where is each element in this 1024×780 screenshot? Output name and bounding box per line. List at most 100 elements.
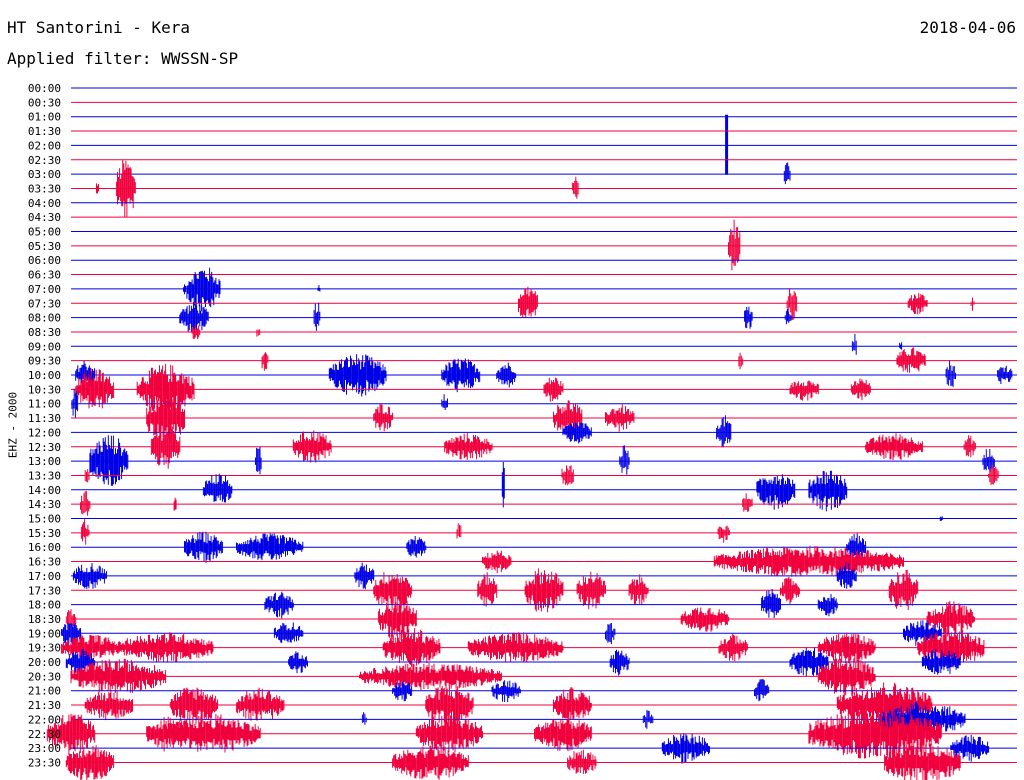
seismic-burst: [576, 571, 606, 610]
seismic-burst: [477, 572, 498, 607]
seismic-burst: [562, 422, 592, 444]
seismic-burst: [970, 297, 975, 311]
seismic-burst: [202, 473, 233, 503]
time-label: 15:30: [28, 527, 61, 540]
seismic-burst: [444, 433, 493, 460]
time-label: 06:30: [28, 269, 61, 282]
seismic-burst: [761, 589, 781, 618]
seismic-burst: [518, 286, 538, 318]
time-label: 22:00: [28, 713, 61, 726]
seismic-burst: [80, 519, 90, 545]
time-label: 18:00: [28, 599, 61, 612]
time-label: 11:30: [28, 412, 61, 425]
seismic-burst: [482, 550, 512, 574]
seismic-burst: [72, 563, 107, 589]
seismic-burst: [534, 716, 592, 752]
seismic-burst: [718, 633, 748, 662]
seismic-burst: [236, 687, 285, 721]
seismic-burst: [642, 710, 654, 729]
time-label: 10:00: [28, 369, 61, 382]
seismic-burst: [288, 651, 308, 674]
time-label: 20:30: [28, 670, 61, 683]
seismic-burst: [716, 415, 732, 448]
seismic-burst: [179, 302, 209, 333]
seismic-burst: [619, 445, 630, 475]
time-label: 16:30: [28, 556, 61, 569]
seismic-burst: [939, 516, 943, 521]
seismic-burst: [896, 347, 926, 373]
trace-group: [46, 87, 1017, 780]
time-label: 07:00: [28, 283, 61, 296]
seismic-burst: [359, 662, 502, 691]
time-label: 13:00: [28, 455, 61, 468]
time-label: 12:30: [28, 441, 61, 454]
time-label: 22:30: [28, 728, 61, 741]
seismic-burst: [491, 680, 521, 703]
seismic-burst: [256, 329, 261, 337]
seismic-burst: [571, 176, 579, 199]
time-label: 00:00: [28, 82, 61, 95]
seismic-burst: [261, 352, 269, 371]
seismic-burst: [680, 607, 729, 632]
time-label: 10:30: [28, 383, 61, 396]
time-label: 02:30: [28, 154, 61, 167]
time-label: 12:00: [28, 426, 61, 439]
seismic-burst: [945, 360, 956, 388]
seismic-burst: [754, 679, 770, 702]
seismic-burst: [264, 591, 294, 619]
time-label: 08:30: [28, 326, 61, 339]
time-label: 23:00: [28, 742, 61, 755]
time-label: 11:00: [28, 398, 61, 411]
seismic-burst: [313, 302, 321, 331]
seismic-burst: [817, 594, 838, 617]
seismic-burst: [456, 523, 462, 539]
time-label: 20:00: [28, 656, 61, 669]
seismic-burst: [361, 712, 367, 725]
seismic-burst: [501, 462, 505, 508]
seismic-burst: [96, 183, 99, 194]
time-label: 04:00: [28, 197, 61, 210]
seismic-burst: [406, 536, 427, 558]
seismic-burst: [567, 749, 597, 774]
time-label: 04:30: [28, 211, 61, 224]
time-label: 05:30: [28, 240, 61, 253]
seismic-burst: [89, 435, 129, 486]
seismic-burst: [273, 622, 304, 643]
time-label: 03:30: [28, 182, 61, 195]
seismic-burst: [61, 634, 119, 661]
seismic-burst: [628, 574, 649, 605]
time-label: 18:30: [28, 613, 61, 626]
seismic-burst: [609, 649, 630, 676]
time-label: 09:00: [28, 340, 61, 353]
seismic-burst: [441, 394, 448, 410]
seismic-burst: [543, 377, 564, 402]
seismic-burst: [865, 433, 923, 461]
time-label: 01:00: [28, 111, 61, 124]
time-label: 13:30: [28, 469, 61, 482]
seismic-burst: [255, 446, 262, 475]
time-label: 17:00: [28, 570, 61, 583]
seismic-burst: [997, 365, 1013, 384]
time-label: 23:30: [28, 756, 61, 769]
seismic-burst: [354, 562, 375, 590]
seismic-burst: [84, 689, 133, 721]
seismic-burst: [415, 714, 483, 753]
time-label: 15:00: [28, 513, 61, 526]
seismic-burst: [963, 435, 976, 458]
seismic-burst: [373, 404, 394, 432]
seismic-burst: [605, 623, 616, 645]
time-label: 03:00: [28, 168, 61, 181]
time-label: 08:00: [28, 312, 61, 325]
time-label: 16:00: [28, 541, 61, 554]
seismic-burst: [713, 545, 904, 577]
seismic-burst: [496, 362, 517, 388]
seismic-burst: [524, 568, 564, 613]
seismic-burst: [173, 497, 177, 511]
seismic-burst: [783, 162, 791, 185]
seismic-burst: [728, 219, 741, 271]
time-label: 02:00: [28, 139, 61, 152]
seismic-burst: [117, 632, 214, 663]
time-label: 19:00: [28, 627, 61, 640]
seismic-burst: [392, 745, 469, 780]
time-label: 00:30: [28, 96, 61, 109]
